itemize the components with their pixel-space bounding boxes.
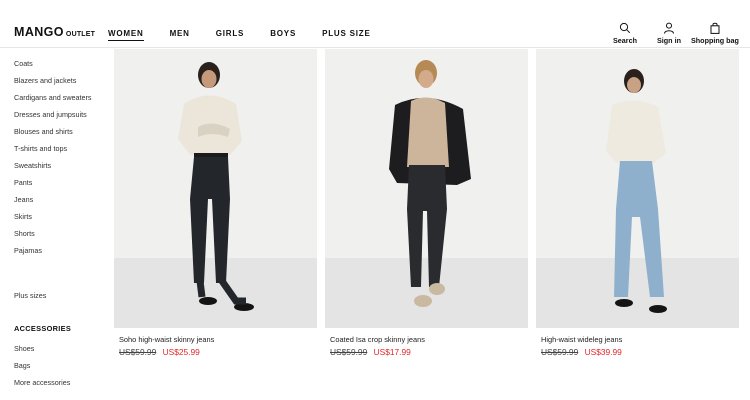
accessories-heading: ACCESSORIES [14, 324, 72, 333]
main-nav: WOMEN MEN GIRLS BOYS PLUS SIZE [108, 29, 397, 41]
sidebar-item-bags[interactable]: Bags [14, 361, 30, 370]
product-card[interactable]: Coated Isa crop skinny jeans US$59.99 US… [325, 49, 528, 357]
bag-icon [710, 22, 720, 34]
nav-women[interactable]: WOMEN [108, 29, 144, 41]
sale-price: US$39.99 [584, 347, 622, 357]
sidebar-item-shorts[interactable]: Shorts [14, 229, 35, 238]
search-button[interactable]: Search [613, 22, 637, 45]
nav-plus-size[interactable]: PLUS SIZE [322, 29, 371, 41]
sale-price: US$25.99 [162, 347, 200, 357]
product-prices: US$59.99 US$39.99 [541, 347, 622, 357]
sidebar-item-tshirts[interactable]: T-shirts and tops [14, 144, 67, 153]
sidebar-item-more-accessories[interactable]: More accessories [14, 378, 70, 387]
product-name[interactable]: Soho high-waist skinny jeans [119, 335, 214, 344]
sidebar-item-pants[interactable]: Pants [14, 178, 32, 187]
brand-name: MANGO [14, 25, 64, 39]
sidebar-item-blazers[interactable]: Blazers and jackets [14, 76, 76, 85]
product-card[interactable]: Soho high-waist skinny jeans US$59.99 US… [114, 49, 317, 357]
original-price: US$59.99 [541, 347, 579, 357]
sidebar-item-shoes[interactable]: Shoes [14, 344, 34, 353]
sidebar-item-pajamas[interactable]: Pajamas [14, 246, 42, 255]
sidebar-item-cardigans[interactable]: Cardigans and sweaters [14, 93, 92, 102]
product-name[interactable]: High-waist wideleg jeans [541, 335, 622, 344]
brand-suffix: OUTLET [65, 31, 96, 38]
original-price: US$59.99 [119, 347, 157, 357]
sidebar-item-plus-sizes[interactable]: Plus sizes [14, 291, 46, 300]
sign-in-button[interactable]: Sign in [657, 22, 681, 45]
product-prices: US$59.99 US$17.99 [330, 347, 411, 357]
brand-logo[interactable]: MANGO OUTLET [14, 25, 95, 39]
product-card[interactable]: High-waist wideleg jeans US$59.99 US$39.… [536, 49, 739, 357]
model-figure [178, 62, 254, 311]
product-image[interactable] [114, 49, 317, 328]
sidebar-item-coats[interactable]: Coats [14, 59, 33, 68]
sale-price: US$17.99 [373, 347, 411, 357]
model-figure [606, 69, 667, 313]
sidebar-item-sweatshirts[interactable]: Sweatshirts [14, 161, 51, 170]
product-prices: US$59.99 US$25.99 [119, 347, 200, 357]
product-name[interactable]: Coated Isa crop skinny jeans [330, 335, 425, 344]
sidebar-item-blouses[interactable]: Blouses and shirts [14, 127, 73, 136]
product-image[interactable] [325, 49, 528, 328]
sidebar-item-skirts[interactable]: Skirts [14, 212, 32, 221]
nav-girls[interactable]: GIRLS [216, 29, 244, 41]
category-sidebar: Coats Blazers and jackets Cardigans and … [0, 49, 112, 400]
shopping-bag-label: Shopping bag [691, 36, 739, 45]
nav-boys[interactable]: BOYS [270, 29, 296, 41]
product-image[interactable] [536, 49, 739, 328]
original-price: US$59.99 [330, 347, 368, 357]
user-icon [663, 22, 674, 34]
search-icon [619, 22, 631, 34]
nav-men[interactable]: MEN [170, 29, 190, 41]
model-figure [389, 60, 471, 307]
search-label: Search [613, 36, 637, 45]
site-header: MANGO OUTLET WOMEN MEN GIRLS BOYS PLUS S… [0, 0, 750, 48]
sidebar-item-dresses[interactable]: Dresses and jumpsuits [14, 110, 87, 119]
shopping-bag-button[interactable]: Shopping bag [691, 22, 739, 45]
sign-in-label: Sign in [657, 36, 681, 45]
sidebar-item-jeans[interactable]: Jeans [14, 195, 33, 204]
